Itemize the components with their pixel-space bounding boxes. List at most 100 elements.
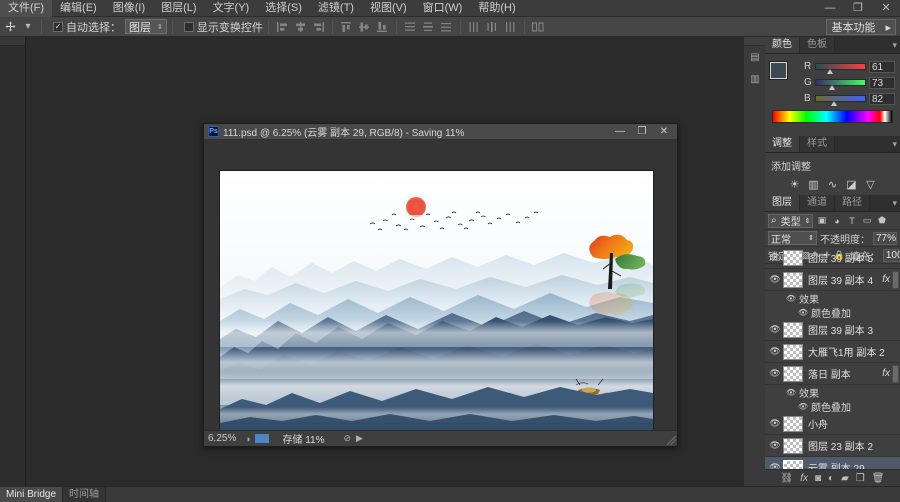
menu-edit[interactable]: 编辑(E) <box>52 0 105 17</box>
menu-view[interactable]: 视图(V) <box>362 0 415 17</box>
menu-select[interactable]: 选择(S) <box>257 0 310 17</box>
filter-smart-objects-icon[interactable]: ⬟ <box>875 214 888 228</box>
layer-list[interactable]: 👁 图层 39 副本 5 👁 图层 39 副本 4 fx 👁 效果 👁 颜色叠加… <box>765 247 900 469</box>
green-value[interactable]: 73 <box>869 76 895 89</box>
document-close-button[interactable]: ✕ <box>653 125 675 139</box>
menu-file[interactable]: 文件(F) <box>0 0 53 17</box>
visibility-eye-icon[interactable]: 👁 <box>783 388 799 397</box>
tools-panel-grip[interactable] <box>0 37 25 46</box>
close-button[interactable]: ✕ <box>872 0 900 17</box>
blue-slider-thumb[interactable] <box>830 101 837 106</box>
red-slider-track[interactable] <box>815 63 866 74</box>
tab-color[interactable]: 颜色 <box>765 37 800 53</box>
color-swatches[interactable] <box>769 61 796 88</box>
vibrance-icon[interactable]: ▽ <box>863 177 878 191</box>
auto-select-option[interactable]: ✓ 自动选择： <box>53 19 121 35</box>
tab-mini-bridge[interactable]: Mini Bridge <box>0 487 64 502</box>
visibility-eye-icon[interactable]: 👁 <box>767 368 783 379</box>
blue-value[interactable]: 82 <box>869 92 895 105</box>
menu-window[interactable]: 窗口(W) <box>415 0 471 17</box>
green-slider-track[interactable] <box>815 79 866 90</box>
layer-thumbnail[interactable] <box>783 271 803 288</box>
align-top-edges-icon[interactable] <box>338 19 355 35</box>
add-mask-icon[interactable]: ◙ <box>815 473 821 484</box>
visibility-eye-icon[interactable]: 👁 <box>767 418 783 429</box>
document-minimize-button[interactable]: — <box>609 125 631 139</box>
align-bottom-edges-icon[interactable] <box>374 19 391 35</box>
filter-type-layers-icon[interactable]: T <box>845 214 858 228</box>
opacity-value[interactable]: 77% <box>873 231 897 245</box>
visibility-eye-icon[interactable]: 👁 <box>767 462 783 469</box>
filter-shape-layers-icon[interactable]: ▭ <box>860 214 873 228</box>
cancel-icon[interactable]: ⊘ <box>344 433 352 444</box>
menu-image[interactable]: 图像(I) <box>105 0 153 17</box>
list-item[interactable]: 👁 效果 <box>765 385 900 400</box>
table-row[interactable]: 👁 落日 副本 fx <box>765 363 900 385</box>
visibility-eye-icon[interactable]: 👁 <box>767 324 783 335</box>
layer-thumbnail[interactable] <box>783 343 803 360</box>
color-spectrum-ramp[interactable] <box>772 110 893 123</box>
visibility-eye-icon[interactable]: 👁 <box>767 274 783 285</box>
auto-align-layers-icon[interactable] <box>530 19 547 35</box>
foreground-color-swatch[interactable] <box>769 61 788 80</box>
red-slider-thumb[interactable] <box>826 69 833 74</box>
align-vertical-centers-icon[interactable] <box>356 19 373 35</box>
table-row[interactable]: 👁 大雁飞1用 副本 2 <box>765 341 900 363</box>
tab-paths[interactable]: 路径 <box>835 195 870 211</box>
layers-panel-menu-icon[interactable]: ▾ <box>892 198 897 209</box>
filter-pixel-layers-icon[interactable]: ▣ <box>815 214 828 228</box>
restore-button[interactable]: ❐ <box>844 0 872 17</box>
layer-expand-handle[interactable] <box>892 270 899 289</box>
layer-thumbnail[interactable] <box>783 321 803 338</box>
history-panel-icon[interactable]: ▤ <box>744 46 766 68</box>
layer-thumbnail[interactable] <box>783 415 803 432</box>
new-group-icon[interactable]: ▰ <box>841 473 849 484</box>
dock-grip[interactable] <box>744 37 765 46</box>
workspace-switcher[interactable]: 基本功能 ▸ <box>826 19 896 35</box>
table-row[interactable]: 👁 图层 39 副本 4 fx <box>765 269 900 291</box>
exposure-icon[interactable]: ◪ <box>844 177 859 191</box>
show-transform-checkbox[interactable] <box>183 21 194 32</box>
curves-icon[interactable]: ∿ <box>825 177 840 191</box>
distribute-left-edges-icon[interactable] <box>466 19 483 35</box>
list-item[interactable]: 👁 效果 <box>765 291 900 306</box>
layer-effects-icon[interactable]: fx <box>882 274 892 285</box>
resize-grip[interactable] <box>666 435 676 445</box>
delete-layer-icon[interactable]: 🗑 <box>872 473 885 484</box>
distribute-horizontal-centers-icon[interactable] <box>484 19 501 35</box>
blue-slider-track[interactable] <box>815 95 866 106</box>
tab-swatches[interactable]: 色板 <box>800 37 835 53</box>
brightness-contrast-icon[interactable]: ☀ <box>787 177 802 191</box>
visibility-eye-icon[interactable]: 👁 <box>767 252 783 263</box>
filter-adjustment-layers-icon[interactable]: ◕ <box>830 214 843 228</box>
properties-panel-icon[interactable]: ▥ <box>744 68 766 90</box>
move-tool-icon[interactable] <box>2 19 18 35</box>
visibility-eye-icon[interactable]: 👁 <box>795 308 811 317</box>
list-item[interactable]: 👁 颜色叠加 <box>765 399 900 414</box>
table-row[interactable]: 👁 图层 39 副本 5 <box>765 247 900 269</box>
distribute-vertical-centers-icon[interactable] <box>420 19 437 35</box>
visibility-eye-icon[interactable]: 👁 <box>795 402 811 411</box>
tool-preset-arrow-icon[interactable]: ▾ <box>20 19 36 35</box>
color-panel-menu-icon[interactable]: ▾ <box>892 40 897 51</box>
distribute-top-edges-icon[interactable] <box>402 19 419 35</box>
list-item[interactable]: 👁 颜色叠加 <box>765 305 900 320</box>
tab-layers[interactable]: 图层 <box>765 195 800 211</box>
link-layers-icon[interactable]: ⛓ <box>781 473 794 484</box>
document-title-bar[interactable]: Ps 111.psd @ 6.25% (云雾 副本 29, RGB/8) - S… <box>204 124 677 140</box>
table-row-selected[interactable]: 👁 云雾 副本 29 <box>765 457 900 469</box>
blend-mode-dropdown[interactable]: 正常 ⇕ <box>768 231 817 246</box>
canvas[interactable] <box>220 171 653 430</box>
table-row[interactable]: 👁 图层 39 副本 3 <box>765 319 900 341</box>
visibility-eye-icon[interactable]: 👁 <box>783 294 799 303</box>
visibility-eye-icon[interactable]: 👁 <box>767 346 783 357</box>
align-left-edges-icon[interactable] <box>274 19 291 35</box>
layer-thumbnail[interactable] <box>783 459 803 469</box>
auto-select-target-dropdown[interactable]: 图层 ⇕ <box>125 19 167 34</box>
show-transform-option[interactable]: 显示变换控件 <box>183 19 263 35</box>
layer-thumbnail[interactable] <box>783 365 803 382</box>
play-icon[interactable]: ▶ <box>356 433 363 444</box>
tab-adjustments[interactable]: 调整 <box>765 136 800 152</box>
adjustments-panel-menu-icon[interactable]: ▾ <box>892 139 897 150</box>
tools-panel[interactable] <box>0 37 26 486</box>
